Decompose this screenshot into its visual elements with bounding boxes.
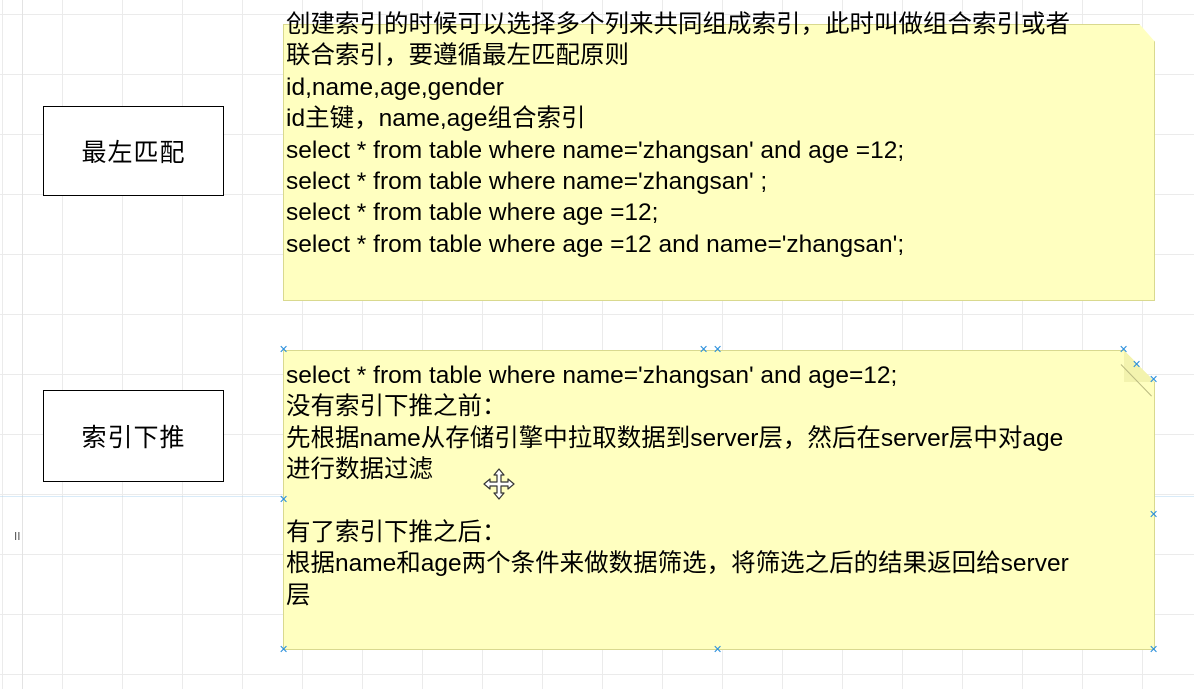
note-line	[286, 486, 1069, 517]
note-line: 没有索引下推之前：	[286, 393, 507, 421]
diagram-canvas[interactable]: II 最左匹配 索引下推 创建索引的时候可以选择多个列来共同组成索引，此时叫做组…	[0, 0, 1194, 689]
note-index-condition-pushdown-text: select * from table where name='zhangsan…	[286, 360, 1069, 611]
note-line: select * from table where name='zhangsan…	[286, 362, 898, 389]
x-handle-icon[interactable]: ✕	[279, 644, 288, 655]
concept-box-index-pushdown[interactable]: 索引下推	[43, 390, 224, 482]
note-line: 有了索引下推之后：	[286, 518, 507, 546]
x-handle-icon[interactable]: ✕	[1119, 344, 1128, 355]
x-handle-icon[interactable]: ✕	[1149, 644, 1158, 655]
note-line: select * from table where name='zhangsan…	[286, 167, 768, 195]
concept-box-leftmost-match[interactable]: 最左匹配	[43, 106, 224, 196]
note-line: select * from table where name='zhangsan…	[286, 136, 905, 164]
x-handle-icon[interactable]: ✕	[713, 344, 722, 355]
move-cursor-icon	[483, 468, 515, 500]
note-line: 进行数据过滤	[286, 456, 433, 484]
x-handle-icon[interactable]: ✕	[1149, 509, 1158, 520]
note-line: 创建索引的时候可以选择多个列来共同组成索引，此时叫做组合索引或者	[286, 11, 1070, 38]
note-line: select * from table where age =12;	[286, 199, 659, 227]
note-line: 层	[286, 581, 311, 609]
note-line: 联合索引，要遵循最左匹配原则	[286, 42, 629, 70]
x-handle-icon[interactable]: ✕	[713, 644, 722, 655]
x-handle-icon[interactable]: ✕	[279, 494, 288, 505]
concept-label-index-pushdown: 索引下推	[81, 423, 186, 452]
left-marker: II	[14, 530, 21, 543]
x-handle-icon[interactable]: ✕	[279, 344, 288, 355]
note-line: select * from table where age =12 and na…	[286, 230, 905, 258]
note-line: 先根据name从存储引擎中拉取数据到server层，然后在server层中对ag…	[286, 424, 1064, 452]
note-line: 根据name和age两个条件来做数据筛选，将筛选之后的结果返回给server	[286, 550, 1069, 578]
x-handle-icon[interactable]: ✕	[1132, 359, 1141, 370]
note-line: id,name,age,gender	[286, 73, 504, 101]
concept-label-leftmost-match: 最左匹配	[81, 138, 186, 167]
x-handle-icon[interactable]: ✕	[1149, 374, 1158, 385]
note-composite-index-text: 创建索引的时候可以选择多个列来共同组成索引，此时叫做组合索引或者 联合索引，要遵…	[286, 9, 1070, 260]
note-line: id主键，name,age组合索引	[286, 105, 586, 133]
x-handle-icon[interactable]: ✕	[699, 344, 708, 355]
canvas-left-rule	[22, 0, 23, 689]
